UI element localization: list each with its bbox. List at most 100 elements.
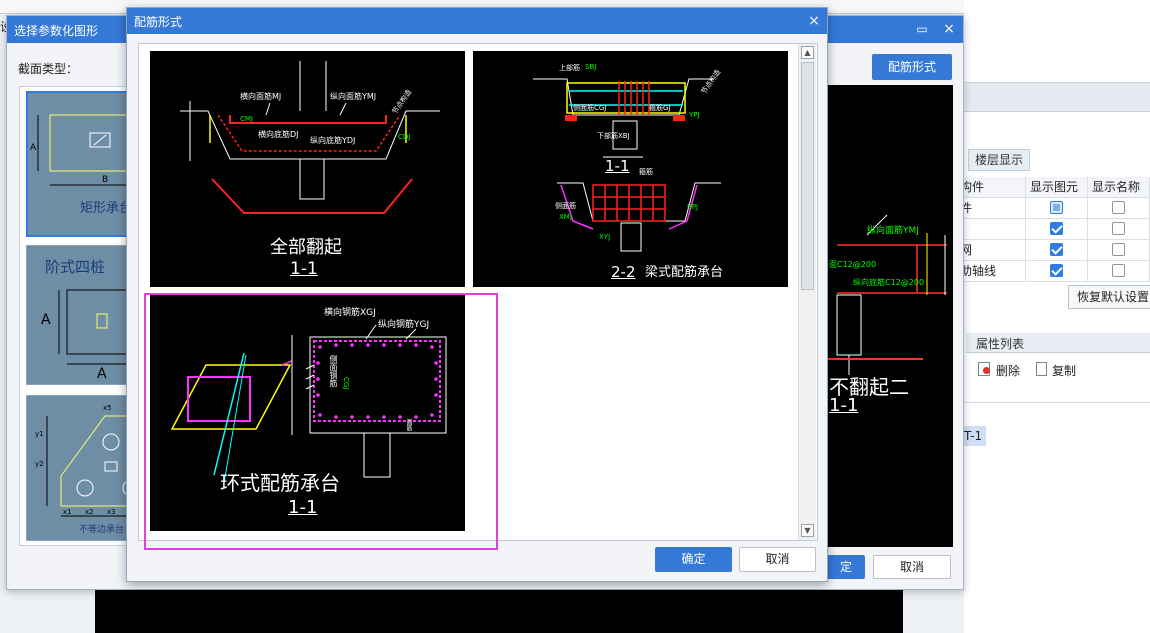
rebar-label: YPJ [689, 111, 700, 119]
rebar-label: 横向底筋DJ [258, 130, 299, 139]
close-button[interactable]: × [939, 19, 959, 39]
cancel-button[interactable]: 取消 [739, 547, 816, 572]
dim-label: B [102, 175, 109, 185]
shape-preview-canvas: 纵向面筋YMJ 面C12@200 纵向底筋C12@200 不翻起二 1-1 [827, 85, 953, 547]
dim-label: x5 [103, 404, 112, 412]
grid-cell [1088, 219, 1150, 240]
show-name-checkbox[interactable] [1112, 264, 1125, 277]
rebar-label: SBJ [585, 63, 597, 71]
rebar-form-button[interactable]: 配筋形式 [872, 54, 952, 80]
dim-label: x3 [107, 508, 116, 516]
section-type-label: 截面类型： [18, 62, 79, 76]
dim-label: A [97, 366, 107, 382]
scroll-up-icon[interactable]: ▲ [801, 46, 814, 59]
scroll-down-icon[interactable]: ▼ [801, 524, 814, 537]
tab-floor-display[interactable]: 楼层显示 [968, 149, 1030, 171]
preview-drawing [827, 214, 947, 375]
rebar-option-beam-type[interactable]: 上部筋 SBJ 侧面筋CGJ 箍筋GJ 下部筋XBJ 箍筋 侧面筋 节点构造 Y… [473, 51, 788, 287]
display-settings-grid: 构件 显示图元 显示名称 件 网 助轴线 [956, 177, 1150, 282]
rebar-label: 横向面筋MJ [240, 92, 282, 101]
delete-icon[interactable] [978, 362, 990, 376]
col-header-show-element: 显示图元 [1026, 177, 1088, 198]
copy-icon[interactable] [1036, 362, 1047, 376]
preview-section: 1-1 [829, 395, 859, 416]
rebar-label: 下部筋XBJ [597, 132, 630, 140]
show-name-checkbox[interactable] [1112, 243, 1125, 256]
delete-label[interactable]: 删除 [996, 362, 1020, 379]
rebar-label: CMJ [240, 115, 253, 123]
cad-label: 纵向面筋YMJ [867, 226, 919, 236]
attribute-tab-bar: 属性列表 [966, 333, 1150, 353]
grid-cell [1088, 261, 1150, 282]
show-element-checkbox[interactable] [1050, 264, 1063, 277]
grid-cell [1026, 261, 1088, 282]
dim-label: A [30, 143, 37, 153]
tab-attribute-list[interactable]: 属性列表 [976, 335, 1024, 352]
confirm-button[interactable]: 确定 [655, 547, 732, 572]
shape-thumb-rect[interactable]: A B 矩形承台 [26, 91, 136, 237]
rebar-label: 侧面筋 [555, 202, 576, 210]
shape-thumb-label: 矩形承台 [80, 201, 133, 216]
grid-cell [1026, 219, 1088, 240]
show-element-checkbox[interactable] [1050, 201, 1063, 214]
rebar-option-section: 1-1 [290, 259, 318, 279]
section-type-list: A B 矩形承台 阶式四桩 A A x5 y1 y2 x1 x2 x3 不等边承… [19, 86, 139, 546]
selection-highlight [144, 293, 498, 550]
grid-cell [1026, 198, 1088, 219]
dim-label: A [41, 312, 51, 328]
grid-cell [1088, 240, 1150, 261]
dialog-title: 选择参数化图形 [14, 24, 99, 38]
dim-label: x2 [85, 508, 94, 516]
divider [964, 402, 1150, 403]
unequal-pile-cap-diagram [46, 415, 135, 517]
rebar-label: XYJ [599, 233, 611, 241]
rebar-label: 侧面筋CGJ [573, 104, 607, 112]
dialog-title: 配筋形式 [134, 15, 183, 29]
show-name-checkbox[interactable] [1112, 201, 1125, 214]
grid-row-name: 网 [956, 240, 1026, 261]
panel-header-bar [964, 82, 1150, 112]
rebar-label: 箍筋 [639, 168, 653, 176]
rebar-label: XMJ [559, 213, 572, 221]
grid-cell [1088, 198, 1150, 219]
dialog1-cancel-button[interactable]: 取消 [873, 555, 951, 579]
maximize-button[interactable]: ▭ [912, 19, 932, 39]
shape-thumb-stepped[interactable]: 阶式四桩 A A [26, 245, 136, 385]
dim-label: y1 [35, 430, 44, 438]
rebar-option-fully-bent[interactable]: 横向面筋MJ 纵向面筋YMJ 横向底筋DJ 纵向底筋YDJ 节点构造 CMJ C… [150, 51, 465, 287]
selected-component-item[interactable]: T-1 [962, 426, 986, 446]
copy-label[interactable]: 复制 [1052, 362, 1076, 379]
grid-cell [1026, 240, 1088, 261]
dialog-title-bar: 配筋形式 × [127, 8, 827, 34]
rebar-label: 纵向底筋YDJ [310, 136, 356, 145]
beam-type-section-diagram [533, 78, 721, 252]
dim-label: y2 [35, 460, 44, 468]
rebar-option-section-top: 1-1 [605, 157, 630, 175]
cad-label: 面C12@200 [829, 260, 877, 269]
background-cad-view [95, 588, 903, 633]
col-header-component: 构件 [956, 177, 1026, 198]
show-name-checkbox[interactable] [1112, 222, 1125, 235]
shape-thumb-label: 不等边承台 [79, 525, 125, 535]
close-button[interactable]: × [804, 11, 824, 31]
rebar-label: 纵向面筋YMJ [330, 92, 377, 101]
scroll-thumb[interactable] [801, 62, 814, 290]
rebar-option-section-bottom: 2-2 [611, 263, 636, 281]
rebar-option-title: 全部翻起 [270, 237, 342, 258]
show-element-checkbox[interactable] [1050, 222, 1063, 235]
restore-default-button[interactable]: 恢复默认设置 [1068, 285, 1150, 309]
rebar-label: 箍筋GJ [649, 104, 671, 112]
dim-label: x1 [63, 508, 72, 516]
shape-thumb-unequal[interactable]: x5 y1 y2 x1 x2 x3 不等边承台 [26, 395, 136, 541]
col-header-show-name: 显示名称 [1088, 177, 1150, 198]
gallery-scrollbar[interactable]: ▲ ▼ [798, 44, 816, 540]
grid-row-name: 件 [956, 198, 1026, 219]
attribute-toolbar: 删除 复制 [964, 356, 1150, 384]
rebar-label: 上部筋 [559, 64, 580, 72]
rebar-option-title: 梁式配筋承台 [645, 265, 724, 280]
show-element-checkbox[interactable] [1050, 243, 1063, 256]
rebar-label: CDJ [398, 133, 411, 141]
grid-row-name [956, 219, 1026, 240]
grid-row-name: 助轴线 [956, 261, 1026, 282]
dialog1-ok-button[interactable]: 定 [827, 555, 865, 579]
